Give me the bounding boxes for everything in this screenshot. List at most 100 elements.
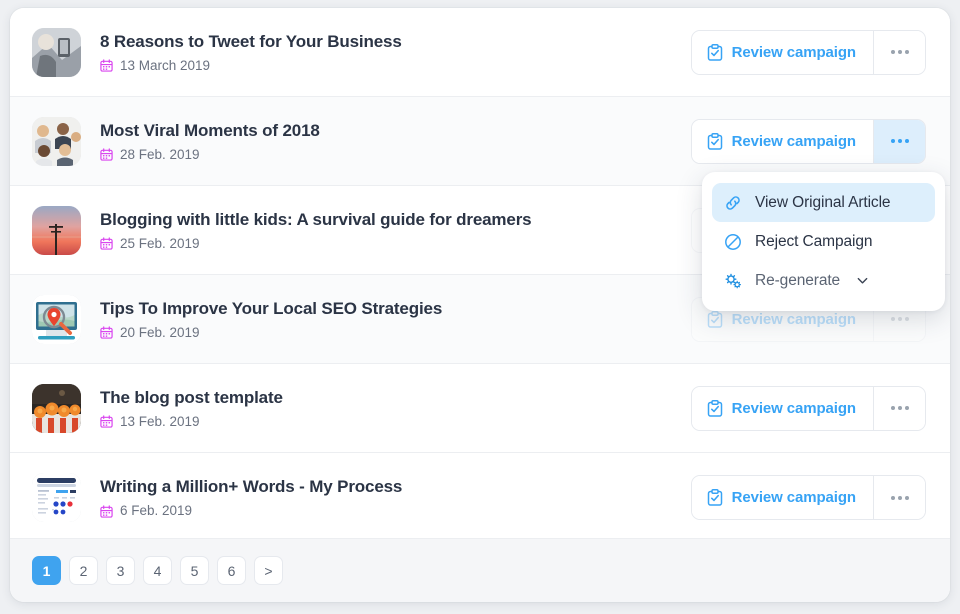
row-actions: Review campaign (690, 118, 926, 164)
article-thumbnail (32, 383, 81, 433)
ellipsis-icon (904, 495, 909, 500)
article-date: 13 Feb. 2019 (120, 413, 200, 429)
menu-item-re-generate[interactable]: Re-generate (712, 261, 935, 300)
article-dateline: 28 Feb. 2019 (100, 146, 691, 162)
more-options-button[interactable] (873, 30, 925, 74)
article-date: 13 March 2019 (120, 57, 211, 73)
person-with-phone-icon (32, 27, 81, 77)
ban-icon (725, 233, 741, 250)
ellipsis-icon (890, 406, 895, 410)
map-pin-screen-icon (32, 294, 81, 344)
article-title: Blogging with little kids: A survival gu… (100, 209, 532, 229)
article-dateline: 13 Feb. 2019 (100, 413, 691, 429)
ellipsis-icon (897, 495, 902, 500)
campaign-list-card: 8 Reasons to Tweet for Your Business 13 … (10, 8, 950, 602)
row-actions: Review campaign (690, 29, 926, 75)
menu-item-view-original-article[interactable]: View Original Article (712, 183, 935, 222)
article-date: 6 Feb. 2019 (120, 503, 193, 518)
ellipsis-icon (897, 139, 902, 143)
link-icon (726, 195, 740, 210)
menu-item-label: Reject Campaign (755, 232, 873, 250)
review-campaign-button[interactable]: Review campaign (691, 30, 873, 74)
row-actions: Review campaign (690, 385, 926, 431)
review-campaign-button[interactable]: Review campaign (691, 119, 873, 163)
article-title: Most Viral Moments of 2018 (100, 120, 320, 140)
cogs-icon (725, 273, 741, 288)
more-options-menu: View Original Article Reject Campaign Re (702, 172, 945, 311)
article-thumbnail (32, 205, 81, 255)
article-thumbnail (32, 294, 81, 344)
article-title: Tips To Improve Your Local SEO Strategie… (100, 298, 443, 318)
article-meta: Writing a Million+ Words - My Process 6 … (81, 477, 691, 518)
more-options-button[interactable] (873, 386, 925, 430)
dashboard-ui-icon (32, 473, 81, 522)
review-campaign-label: Review campaign (731, 310, 856, 328)
pagination-page-2[interactable]: 2 (69, 556, 98, 585)
ellipsis-icon (890, 139, 895, 143)
article-dateline: 13 March 2019 (100, 57, 691, 73)
article-date: 28 Feb. 2019 (120, 146, 200, 162)
pagination-page-1[interactable]: 1 (32, 556, 61, 585)
ellipsis-icon (890, 50, 895, 54)
group-of-people-icon (32, 116, 81, 166)
clipboard-check-icon (707, 310, 722, 328)
pagination-page-5[interactable]: 5 (180, 556, 209, 585)
review-campaign-label: Review campaign (731, 399, 856, 417)
ellipsis-icon (897, 50, 902, 54)
article-meta: 8 Reasons to Tweet for Your Business 13 … (81, 32, 691, 73)
table-row[interactable]: Writing a Million+ Words - My Process 6 … (10, 453, 950, 542)
sunset-pole-icon (32, 205, 81, 255)
article-meta: Tips To Improve Your Local SEO Strategie… (81, 299, 691, 340)
article-dateline: 6 Feb. 2019 (100, 504, 691, 518)
review-campaign-button[interactable]: Review campaign (691, 386, 873, 430)
review-campaign-label: Review campaign (731, 43, 856, 61)
pagination-page-6[interactable]: 6 (217, 556, 246, 585)
article-title: 8 Reasons to Tweet for Your Business (100, 31, 402, 51)
calendar-icon (100, 237, 113, 250)
more-options-button[interactable] (873, 119, 925, 163)
pagination-page-4[interactable]: 4 (143, 556, 172, 585)
article-title: Writing a Million+ Words - My Process (100, 477, 403, 496)
table-row[interactable]: 8 Reasons to Tweet for Your Business 13 … (10, 8, 950, 97)
review-campaign-button[interactable]: Review campaign (691, 476, 873, 519)
menu-item-label: Re-generate (755, 271, 841, 289)
calendar-icon (100, 59, 113, 72)
row-actions: Review campaign (690, 475, 926, 520)
review-campaign-label: Review campaign (731, 132, 856, 150)
ellipsis-icon (904, 50, 909, 54)
pagination-footer: 1 2 3 4 5 6 > (10, 538, 950, 602)
orange-flowers-icon (32, 383, 81, 433)
clipboard-check-icon (707, 43, 722, 61)
table-row[interactable]: The blog post template 13 Feb. 2019 Revi… (10, 364, 950, 453)
clipboard-check-icon (707, 399, 722, 417)
clipboard-check-icon (707, 489, 722, 506)
article-meta: The blog post template 13 Feb. 2019 (81, 388, 691, 429)
article-dateline: 25 Feb. 2019 (100, 235, 691, 251)
calendar-icon (100, 148, 113, 161)
article-thumbnail (32, 473, 81, 522)
ellipsis-icon (890, 495, 895, 500)
article-date: 20 Feb. 2019 (120, 324, 200, 340)
ellipsis-icon (890, 317, 895, 321)
ellipsis-icon (904, 406, 909, 410)
pagination-next-button[interactable]: > (254, 556, 283, 585)
ellipsis-icon (904, 317, 909, 321)
menu-item-label: View Original Article (755, 193, 891, 211)
more-options-button[interactable] (873, 476, 925, 519)
clipboard-check-icon (707, 132, 722, 150)
article-thumbnail (32, 116, 81, 166)
calendar-icon (100, 326, 113, 339)
article-thumbnail (32, 27, 81, 77)
article-meta: Most Viral Moments of 2018 28 Feb. 2019 (81, 121, 691, 162)
ellipsis-icon (897, 317, 902, 321)
calendar-icon (100, 504, 113, 518)
calendar-icon (100, 415, 113, 428)
article-dateline: 20 Feb. 2019 (100, 324, 691, 340)
ellipsis-icon (904, 139, 909, 143)
article-title: The blog post template (100, 387, 283, 407)
pagination-page-3[interactable]: 3 (106, 556, 135, 585)
menu-item-reject-campaign[interactable]: Reject Campaign (712, 222, 935, 261)
chevron-down-icon[interactable] (856, 274, 869, 287)
article-date: 25 Feb. 2019 (120, 235, 200, 251)
ellipsis-icon (897, 406, 902, 410)
